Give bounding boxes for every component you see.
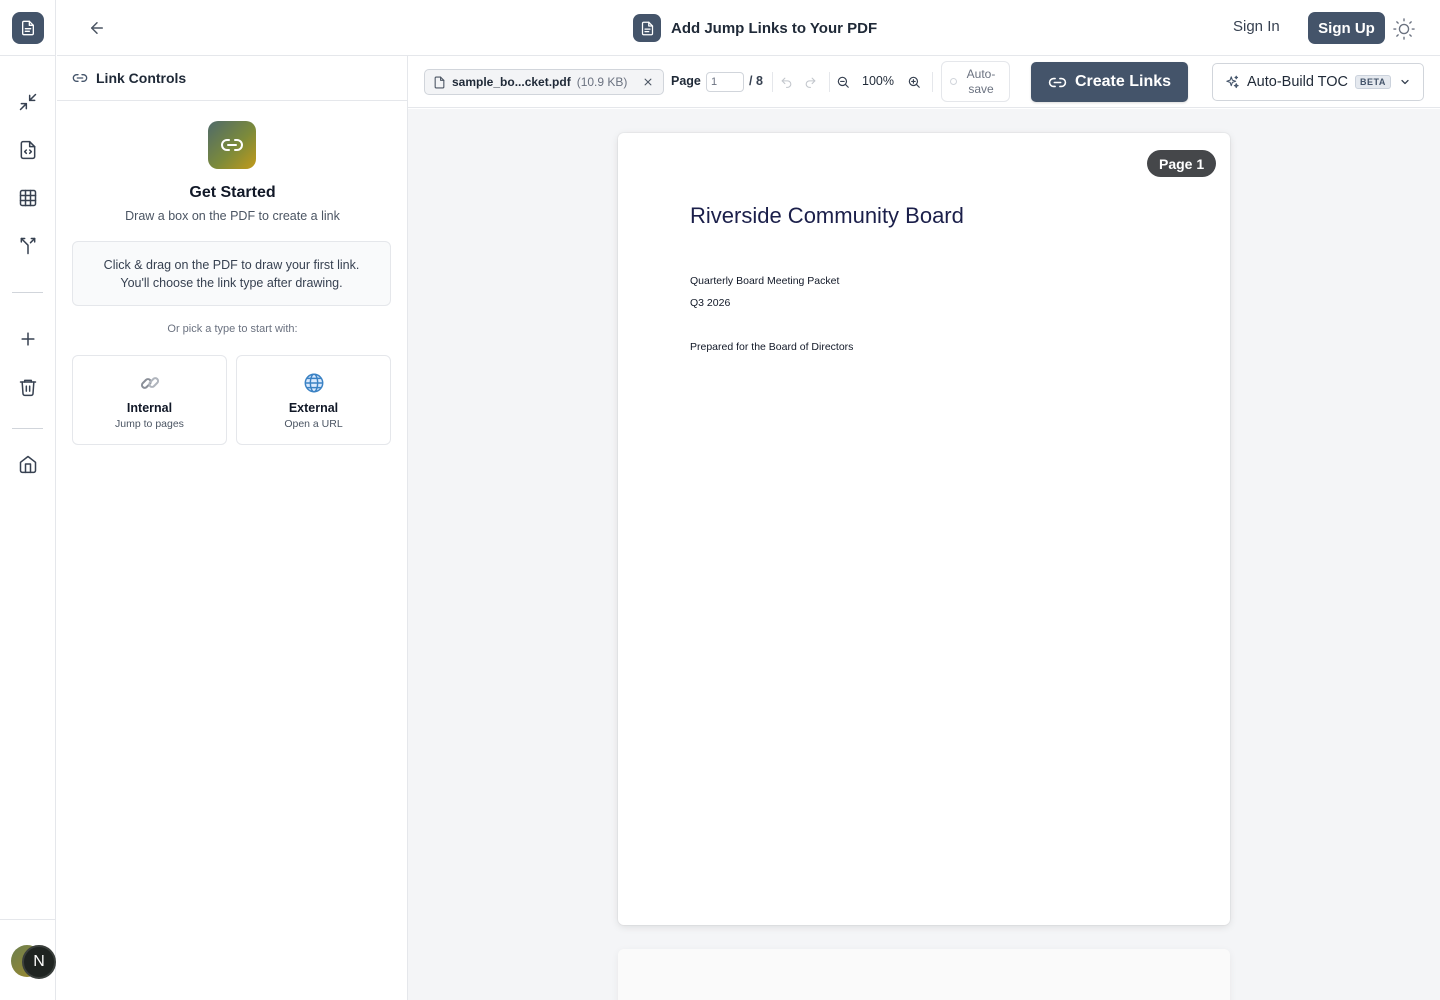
file-size: (10.9 KB) — [576, 75, 628, 89]
rail-divider — [0, 55, 56, 56]
autosave-status-icon — [950, 78, 957, 85]
rail-divider — [12, 292, 43, 293]
rail-divider — [12, 428, 43, 429]
page-total: / 8 — [749, 74, 763, 88]
left-rail: N — [0, 0, 56, 1000]
home-icon[interactable] — [16, 452, 40, 476]
get-started-title: Get Started — [189, 184, 276, 201]
get-started-subtitle: Draw a box on the PDF to create a link — [125, 209, 340, 223]
page-badge: Page 1 — [1147, 150, 1217, 177]
external-card-title: External — [288, 401, 339, 415]
document-icon — [633, 14, 661, 42]
avatar-initial: N — [33, 953, 45, 970]
merge-icon[interactable] — [16, 234, 40, 258]
autosave-label: Auto-save — [966, 66, 996, 96]
grid-icon[interactable] — [16, 186, 40, 210]
trash-icon[interactable] — [16, 375, 40, 399]
page-title: Add Jump Links to Your PDF — [671, 19, 878, 37]
internal-card-title: Internal — [126, 401, 173, 415]
sign-in-link[interactable]: Sign In — [1233, 18, 1280, 35]
beta-badge: BETA — [1355, 75, 1391, 89]
code-file-icon[interactable] — [16, 138, 40, 162]
hint-text: You'll choose the link type after drawin… — [120, 275, 343, 290]
zoom-in-icon[interactable] — [905, 73, 923, 91]
sparkles-icon — [1225, 75, 1240, 90]
external-link-card[interactable]: External Open a URL — [236, 355, 391, 445]
rail-divider — [0, 919, 56, 920]
undo-icon[interactable] — [777, 73, 795, 91]
toolbar-divider — [932, 72, 933, 92]
file-name: sample_bo...cket.pdf — [452, 75, 571, 89]
pdf-page-next[interactable] — [618, 949, 1230, 1000]
globe-icon — [302, 371, 326, 395]
toolbar-divider — [772, 72, 773, 92]
top-header: Add Jump Links to Your PDF Sign In Sign … — [57, 0, 1440, 56]
chevron-down-icon — [1399, 76, 1411, 88]
editor-toolbar: sample_bo...cket.pdf (10.9 KB) Page / 8 … — [408, 56, 1440, 108]
autosave-toggle[interactable]: Auto-save — [941, 61, 1010, 102]
create-links-button[interactable]: Create Links — [1031, 62, 1188, 102]
panel-header: Link Controls — [57, 56, 407, 101]
document-text: Prepared for the Board of Directors — [690, 341, 854, 353]
close-icon[interactable] — [641, 75, 655, 89]
document-text: Quarterly Board Meeting Packet — [690, 275, 840, 287]
internal-card-subtitle: Jump to pages — [115, 418, 184, 430]
sign-up-button[interactable]: Sign Up — [1308, 12, 1385, 44]
back-arrow-icon[interactable] — [85, 16, 109, 40]
pdf-page[interactable]: Page 1 Riverside Community Board Quarter… — [618, 133, 1230, 925]
hint-box: Click & drag on the PDF to draw your fir… — [72, 241, 391, 306]
pdf-canvas[interactable]: Page 1 Riverside Community Board Quarter… — [408, 109, 1440, 1000]
zoom-out-icon[interactable] — [834, 73, 852, 91]
hint-text: Click & drag on the PDF to draw your fir… — [103, 257, 360, 272]
internal-link-card[interactable]: Internal Jump to pages — [72, 355, 227, 445]
chain-link-icon — [138, 371, 162, 395]
page-number-input[interactable] — [706, 72, 744, 92]
create-links-label: Create Links — [1074, 73, 1172, 90]
link-controls-panel: Link Controls Get Started Draw a box on … — [57, 56, 408, 1000]
link-icon — [208, 121, 256, 169]
page-label: Page — [671, 74, 701, 88]
file-icon — [433, 76, 446, 89]
document-text: Q3 2026 — [690, 297, 731, 309]
auto-build-toc-button[interactable]: Auto-Build TOC BETA — [1212, 63, 1424, 101]
avatar[interactable]: N — [22, 945, 56, 979]
link-icon — [1048, 73, 1067, 92]
file-chip[interactable]: sample_bo...cket.pdf (10.9 KB) — [424, 69, 664, 95]
page-title-group: Add Jump Links to Your PDF — [633, 14, 877, 42]
compress-icon[interactable] — [16, 90, 40, 114]
zoom-level: 100% — [862, 74, 894, 88]
document-title: Riverside Community Board — [690, 203, 964, 228]
toc-label: Auto-Build TOC — [1247, 74, 1349, 90]
external-card-subtitle: Open a URL — [284, 418, 343, 430]
plus-icon[interactable] — [16, 327, 40, 351]
pick-type-label: Or pick a type to start with: — [167, 323, 298, 335]
link-icon — [72, 70, 88, 86]
toolbar-divider — [829, 72, 830, 92]
sun-icon[interactable] — [1391, 16, 1417, 42]
app-logo-icon[interactable] — [12, 12, 44, 44]
panel-title: Link Controls — [96, 70, 187, 86]
redo-icon[interactable] — [801, 73, 819, 91]
